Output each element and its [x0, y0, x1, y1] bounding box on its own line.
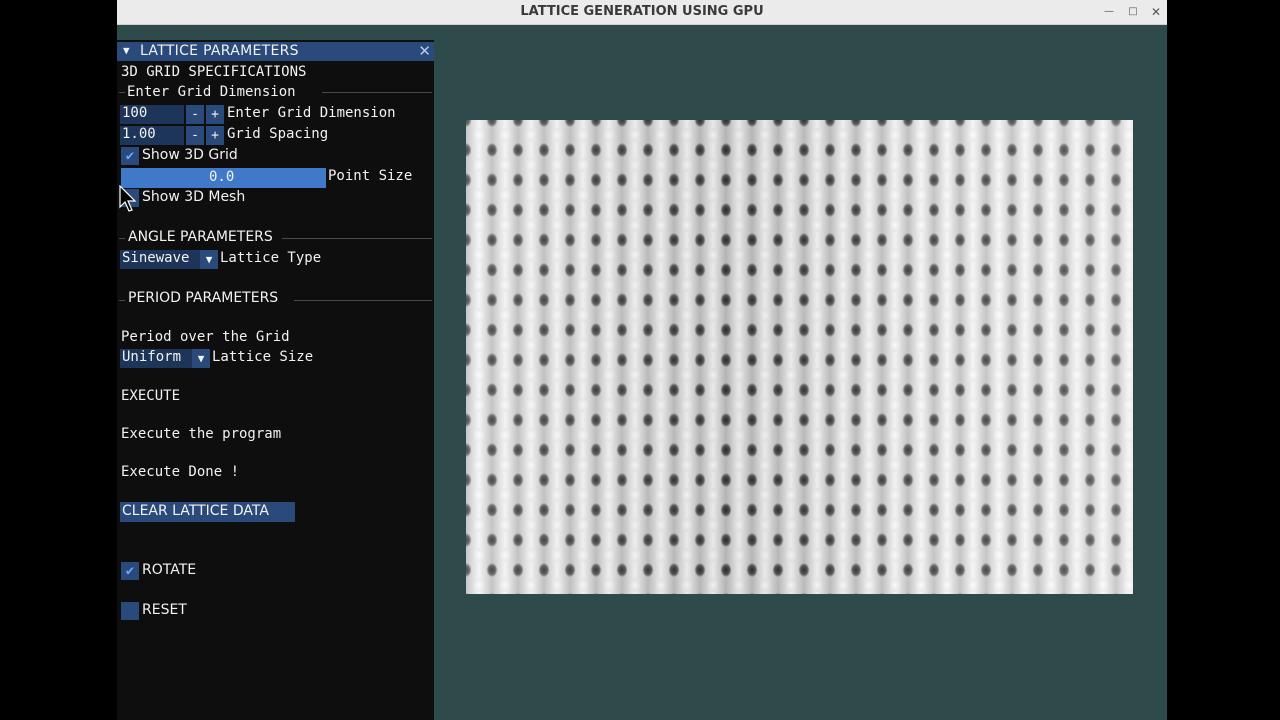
rotate-label: ROTATE	[142, 562, 197, 578]
execute-heading: EXECUTE	[121, 388, 181, 404]
grid-dimension-plus-button[interactable]: +	[206, 105, 224, 124]
collapse-arrow-icon[interactable]: ▼	[123, 44, 130, 57]
separator	[294, 300, 432, 301]
execute-text[interactable]: Execute the program	[121, 426, 281, 442]
clear-lattice-data-label: CLEAR LATTICE DATA	[122, 503, 269, 519]
show-mesh-label: Show 3D Mesh	[142, 189, 246, 205]
separator	[119, 300, 125, 301]
minimize-icon[interactable]: —	[1101, 4, 1117, 20]
grid-spacing-value: 1.00	[122, 126, 156, 142]
mouse-cursor-icon	[119, 185, 137, 212]
period-text: Period over the Grid	[121, 329, 290, 345]
lattice-parameters-panel: ▼ LATTICE PARAMETERS ✕ 3D GRID SPECIFICA…	[117, 40, 434, 720]
show-grid-label: Show 3D Grid	[142, 147, 238, 163]
point-size-label: Point Size	[328, 168, 413, 184]
chevron-down-icon: ▼	[200, 250, 218, 269]
grid-spacing-label: Grid Spacing	[227, 126, 329, 142]
checkmark-icon: ✔	[125, 148, 135, 164]
separator	[322, 92, 432, 93]
show-grid-checkbox[interactable]: ✔	[121, 147, 139, 165]
separator	[282, 238, 432, 239]
grid-dimension-label: Enter Grid Dimension	[227, 105, 396, 121]
lattice-type-value: Sinewave	[122, 250, 190, 266]
lattice-size-label: Lattice Size	[212, 349, 314, 365]
point-size-value: 0.0	[209, 169, 235, 185]
grid-dimension-input[interactable]: 100	[120, 105, 184, 124]
clear-lattice-data-button[interactable]: CLEAR LATTICE DATA	[120, 502, 295, 522]
rotate-checkbox[interactable]: ✔	[121, 562, 139, 580]
reset-label: RESET	[142, 602, 187, 618]
grid-spacing-plus-button[interactable]: +	[206, 126, 224, 145]
checkmark-icon: ✔	[125, 563, 135, 579]
execute-status: Execute Done !	[121, 464, 240, 480]
lattice-size-value: Uniform	[122, 349, 182, 365]
panel-title: LATTICE PARAMETERS	[140, 43, 299, 59]
chevron-down-icon: ▼	[192, 349, 210, 368]
grid-dimension-minus-button[interactable]: -	[186, 105, 204, 124]
lattice-type-label: Lattice Type	[220, 250, 322, 266]
grid-dimension-value: 100	[122, 105, 148, 121]
window-title: LATTICE GENERATION USING GPU	[520, 4, 764, 19]
section-grid-title: 3D GRID SPECIFICATIONS	[121, 64, 307, 80]
maximize-icon[interactable]: □	[1125, 4, 1141, 20]
separator	[119, 238, 125, 239]
reset-checkbox[interactable]	[121, 602, 139, 620]
panel-header[interactable]: ▼ LATTICE PARAMETERS ✕	[117, 42, 434, 61]
lattice-mesh-render	[466, 120, 1133, 594]
subsection-grid-title: Enter Grid Dimension	[127, 84, 296, 100]
lattice-3d-viewport[interactable]	[466, 120, 1133, 594]
separator	[119, 92, 125, 93]
lattice-size-select[interactable]: Uniform ▼	[120, 349, 210, 368]
close-icon[interactable]: ✕	[1148, 4, 1164, 20]
lattice-type-select[interactable]: Sinewave ▼	[120, 250, 218, 269]
panel-close-icon[interactable]: ✕	[418, 42, 431, 60]
grid-spacing-minus-button[interactable]: -	[186, 126, 204, 145]
title-bar[interactable]: LATTICE GENERATION USING GPU — □ ✕	[117, 0, 1167, 25]
section-angle-title: ANGLE PARAMETERS	[128, 229, 273, 245]
point-size-slider[interactable]: 0.0	[121, 168, 326, 188]
section-period-title: PERIOD PARAMETERS	[128, 290, 279, 306]
grid-spacing-input[interactable]: 1.00	[120, 126, 184, 145]
app-window: LATTICE GENERATION USING GPU — □ ✕ ▼ LAT…	[117, 0, 1167, 720]
